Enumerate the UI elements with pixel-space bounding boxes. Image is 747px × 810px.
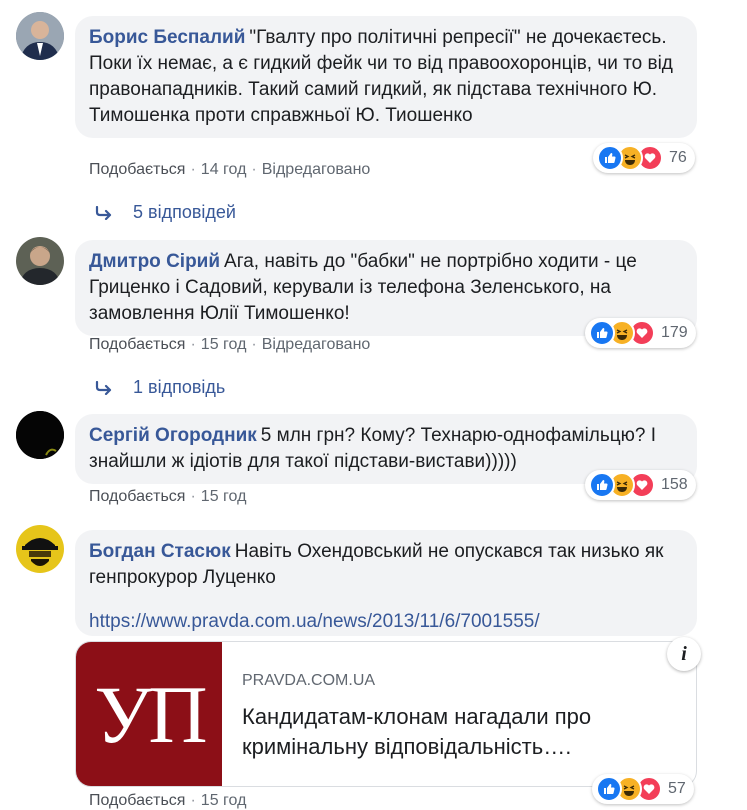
like-link[interactable]: Подобається — [89, 161, 185, 178]
comment-author[interactable]: Сергій Огородник — [89, 425, 257, 446]
comment-author[interactable]: Дмитро Сірий — [89, 251, 220, 272]
edited-label[interactable]: Відредаговано — [262, 336, 371, 353]
reaction-count: 57 — [668, 780, 686, 797]
comment-author[interactable]: Борис Беспалий — [89, 27, 245, 48]
comment-actions: Подобається · 15 год · Відредаговано — [89, 336, 371, 353]
reaction-summary[interactable]: 76 — [593, 143, 695, 173]
like-link[interactable]: Подобається — [89, 336, 185, 353]
info-icon[interactable]: i — [667, 637, 701, 671]
link-preview-title[interactable]: Кандидатам-клонам нагадали про криміналь… — [242, 702, 662, 762]
reaction-count: 179 — [661, 324, 688, 341]
like-link[interactable]: Подобається — [89, 792, 185, 809]
comment-url-link[interactable]: https://www.pravda.com.ua/news/2013/11/6… — [89, 611, 540, 632]
reaction-summary[interactable]: 158 — [585, 470, 696, 500]
like-reaction-icon — [589, 472, 615, 498]
like-reaction-icon — [596, 776, 622, 802]
avatar[interactable] — [16, 237, 64, 285]
comment-time[interactable]: 15 год — [201, 488, 247, 505]
comment-time[interactable]: 15 год — [201, 336, 247, 353]
comment-bubble: Борис Беспалий "Гвалту про політичні репр… — [75, 16, 697, 138]
link-preview-card[interactable]: УП PRAVDA.COM.UA Кандидатам-клонам нагад… — [75, 641, 697, 787]
comment-time[interactable]: 14 год — [201, 161, 247, 178]
reply-arrow-icon — [95, 380, 112, 395]
view-replies-link[interactable]: 1 відповідь — [95, 377, 225, 398]
reaction-count: 76 — [669, 149, 687, 166]
replies-count[interactable]: 5 відповідей — [133, 202, 236, 223]
reaction-summary[interactable]: 57 — [592, 774, 694, 804]
like-link[interactable]: Подобається — [89, 488, 185, 505]
reply-arrow-icon — [95, 205, 112, 220]
link-preview-logo: УП — [76, 642, 222, 786]
comment-bubble: Богдан Стасюк Навіть Охендовський не опус… — [75, 530, 697, 636]
link-preview-domain: PRAVDA.COM.UA — [242, 672, 376, 689]
like-reaction-icon — [589, 320, 615, 346]
reaction-summary[interactable]: 179 — [585, 318, 696, 348]
avatar[interactable] — [16, 12, 64, 60]
comment-actions: Подобається · 15 год — [89, 792, 247, 809]
avatar[interactable] — [16, 411, 64, 459]
reaction-count: 158 — [661, 476, 688, 493]
comment-author[interactable]: Богдан Стасюк — [89, 541, 231, 562]
comment-actions: Подобається · 14 год · Відредаговано — [89, 161, 371, 178]
replies-count[interactable]: 1 відповідь — [133, 377, 225, 398]
comment-time[interactable]: 15 год — [201, 792, 247, 809]
like-reaction-icon — [597, 145, 623, 171]
edited-label[interactable]: Відредаговано — [262, 161, 371, 178]
view-replies-link[interactable]: 5 відповідей — [95, 202, 236, 223]
comment-actions: Подобається · 15 год — [89, 488, 247, 505]
avatar[interactable] — [16, 525, 64, 573]
logo-text: УП — [94, 669, 207, 760]
